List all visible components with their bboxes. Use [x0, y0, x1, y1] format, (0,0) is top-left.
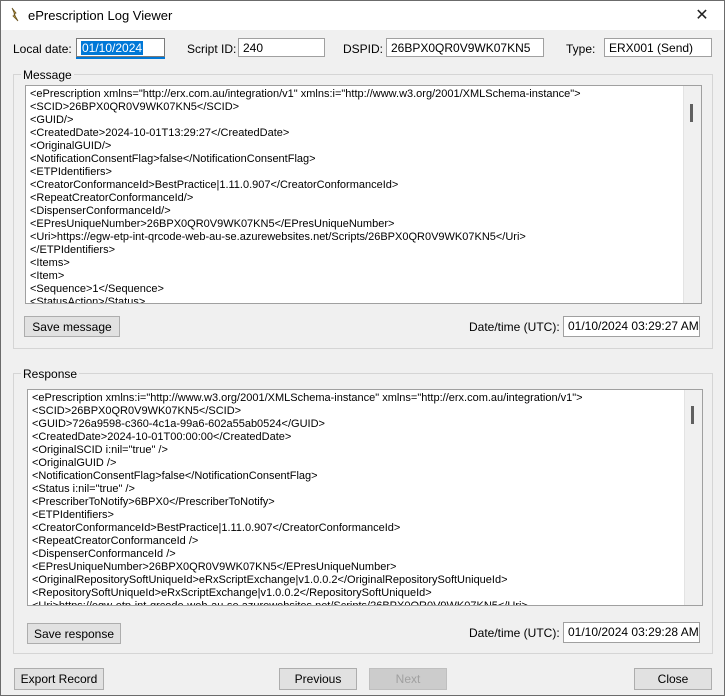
response-xml-line: <CreatorConformanceId>BestPractice|1.11.…: [32, 522, 401, 534]
message-xml-line: <StatusAction>/Status>: [30, 296, 146, 304]
response-xml-line: <PrescriberToNotify>6BPX0</PrescriberToN…: [32, 496, 275, 508]
response-datetime-field[interactable]: 01/10/2024 03:29:28 AM: [563, 622, 700, 643]
type-field[interactable]: ERX001 (Send): [604, 38, 712, 57]
response-scrollbar[interactable]: [684, 390, 702, 605]
response-xml-line: <Status i:nil="true" />: [32, 483, 135, 495]
save-message-button[interactable]: Save message: [24, 316, 120, 337]
message-xml-line: <DispenserConformanceId/>: [30, 205, 171, 217]
local-date-focus-underline: [76, 57, 165, 59]
app-icon: [11, 7, 19, 22]
response-xml-line: <RepeatCreatorConformanceId />: [32, 535, 199, 547]
message-datetime-label: Date/time (UTC):: [469, 320, 560, 334]
log-viewer-window: ePrescription Log Viewer ✕ Local date: 0…: [0, 0, 725, 696]
message-xml-line: <Item>: [30, 270, 65, 282]
close-icon: ✕: [695, 7, 709, 24]
previous-button[interactable]: Previous: [279, 668, 357, 690]
response-xml-line: <OriginalRepositorySoftUniqueId>eRxScrip…: [32, 574, 508, 586]
message-scrollbar[interactable]: [683, 86, 701, 303]
local-date-label: Local date:: [13, 42, 72, 56]
local-date-value: 01/10/2024: [81, 41, 144, 55]
message-xml-line: <OriginalGUID/>: [30, 140, 112, 152]
response-xml-content: <ePrescription xmlns:i="http://www.w3.or…: [32, 392, 682, 606]
response-scrollbar-thumb[interactable]: [691, 406, 694, 424]
message-xml-line: <ETPIdentifiers>: [30, 166, 112, 178]
close-button[interactable]: Close: [634, 668, 712, 690]
response-xml-line: <OriginalGUID />: [32, 457, 117, 469]
response-xml-line: <EPresUniqueNumber>26BPX0QR0V9WK07KN5</E…: [32, 561, 397, 573]
message-datetime-field[interactable]: 01/10/2024 03:29:27 AM: [563, 316, 700, 337]
title-bar: ePrescription Log Viewer ✕: [1, 1, 724, 30]
dspid-field[interactable]: 26BPX0QR0V9WK07KN5: [386, 38, 544, 57]
script-id-field[interactable]: 240: [238, 38, 325, 57]
window-close-button[interactable]: ✕: [683, 3, 721, 27]
response-textarea[interactable]: <ePrescription xmlns:i="http://www.w3.or…: [27, 389, 703, 606]
response-xml-line: <NotificationConsentFlag>false</Notifica…: [32, 470, 318, 482]
response-group-title: Response: [21, 367, 80, 381]
response-xml-line: <SCID>26BPX0QR0V9WK07KN5</SCID>: [32, 405, 242, 417]
message-xml-line: </ETPIdentifiers>: [30, 244, 115, 256]
message-xml-line: <ePrescription xmlns="http://erx.com.au/…: [30, 88, 581, 100]
response-xml-line: <OriginalSCID i:nil="true" />: [32, 444, 168, 456]
local-date-field[interactable]: 01/10/2024: [76, 38, 165, 57]
message-xml-line: <Sequence>1</Sequence>: [30, 283, 164, 295]
response-xml-line: <Uri>https://egw-etp-int-qrcode-web-au-s…: [32, 600, 528, 606]
message-xml-line: <Uri>https://egw-etp-int-qrcode-web-au-s…: [30, 231, 526, 243]
type-label: Type:: [566, 42, 596, 56]
response-xml-line: <GUID>726a9598-c360-4c1a-99a6-602a55ab05…: [32, 418, 325, 430]
message-xml-line: <GUID/>: [30, 114, 74, 126]
message-xml-line: <RepeatCreatorConformanceId/>: [30, 192, 194, 204]
message-xml-line: <CreatedDate>2024-10-01T13:29:27</Create…: [30, 127, 290, 139]
message-scrollbar-thumb[interactable]: [690, 104, 693, 122]
message-group-title: Message: [21, 68, 74, 82]
message-textarea[interactable]: <ePrescription xmlns="http://erx.com.au/…: [25, 85, 702, 304]
window-title: ePrescription Log Viewer: [28, 8, 173, 23]
next-button[interactable]: Next: [369, 668, 447, 690]
message-xml-line: <NotificationConsentFlag>false</Notifica…: [30, 153, 316, 165]
message-xml-line: <SCID>26BPX0QR0V9WK07KN5</SCID>: [30, 101, 240, 113]
dspid-label: DSPID:: [343, 42, 384, 56]
response-datetime-label: Date/time (UTC):: [469, 626, 560, 640]
response-xml-line: <ePrescription xmlns:i="http://www.w3.or…: [32, 392, 583, 404]
response-xml-line: <RepositorySoftUniqueId>eRxScriptExchang…: [32, 587, 432, 599]
message-xml-line: <CreatorConformanceId>BestPractice|1.11.…: [30, 179, 399, 191]
script-id-label: Script ID:: [187, 42, 237, 56]
export-record-button[interactable]: Export Record: [14, 668, 104, 690]
response-xml-line: <DispenserConformanceId />: [32, 548, 176, 560]
response-xml-line: <CreatedDate>2024-10-01T00:00:00</Create…: [32, 431, 292, 443]
message-xml-content: <ePrescription xmlns="http://erx.com.au/…: [30, 88, 681, 304]
response-xml-line: <ETPIdentifiers>: [32, 509, 114, 521]
message-xml-line: <EPresUniqueNumber>26BPX0QR0V9WK07KN5</E…: [30, 218, 395, 230]
message-xml-line: <Items>: [30, 257, 70, 269]
save-response-button[interactable]: Save response: [27, 623, 121, 644]
